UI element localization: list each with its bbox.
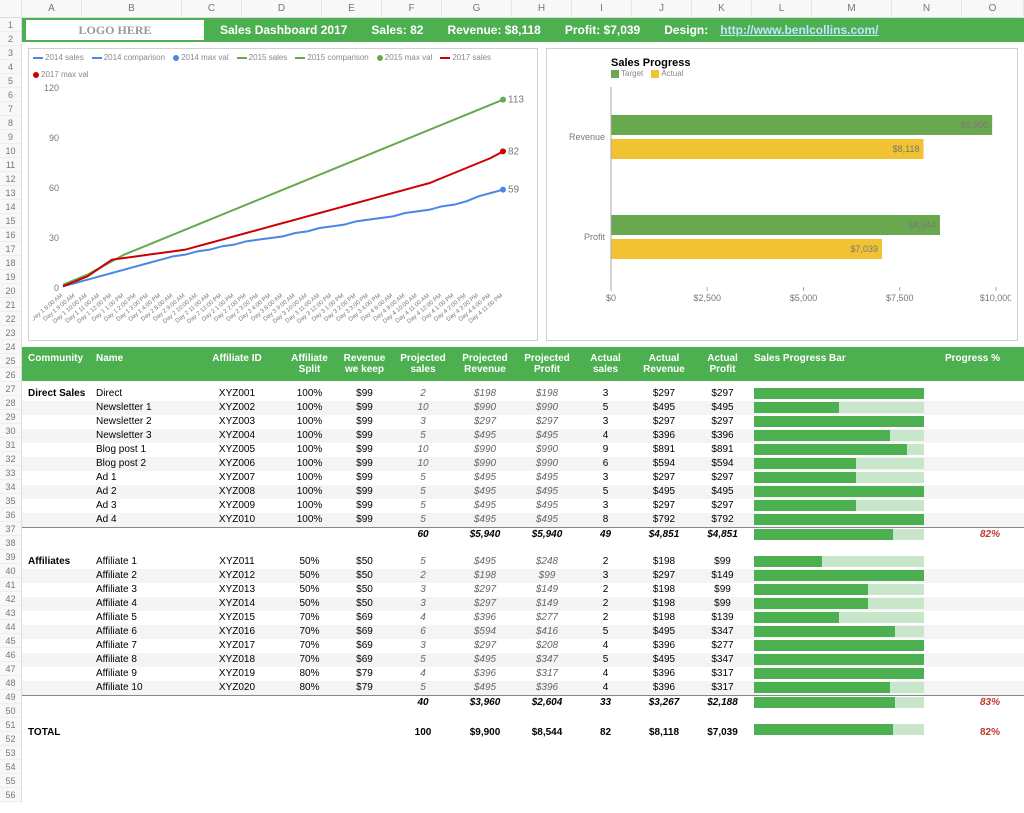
table-row[interactable]: Newsletter 3 XYZ004 100% $99 5 $495 $495… — [22, 429, 1024, 443]
table-row[interactable]: Ad 1 XYZ007 100% $99 5 $495 $495 3 $297 … — [22, 471, 1024, 485]
svg-text:60: 60 — [49, 183, 59, 193]
subtotal-row: 40$3,960$2,604 33$3,267$2,188 83% — [22, 695, 1024, 709]
table-row[interactable]: Affiliate 3 XYZ013 50% $50 3 $297 $149 2… — [22, 583, 1024, 597]
svg-text:$5,000: $5,000 — [790, 293, 818, 303]
th-pprof: Projected Profit — [516, 351, 578, 377]
table-row[interactable]: Affiliate 10 XYZ020 80% $79 5 $495 $396 … — [22, 681, 1024, 695]
th-psales: Projected sales — [392, 351, 454, 377]
svg-text:$7,039: $7,039 — [850, 244, 878, 254]
svg-text:0: 0 — [54, 283, 59, 293]
table-body: Direct Sales Direct XYZ001 100% $99 2 $1… — [22, 387, 1024, 813]
table-row[interactable]: Blog post 1 XYZ005 100% $99 10 $990 $990… — [22, 443, 1024, 457]
th-prev: Projected Revenue — [454, 351, 516, 377]
charts-row: 2014 sales2014 comparison2014 max val201… — [22, 42, 1024, 347]
table-row[interactable]: Ad 3 XYZ009 100% $99 5 $495 $495 3 $297 … — [22, 499, 1024, 513]
svg-text:30: 30 — [49, 233, 59, 243]
bar-chart-box: Sales Progress TargetActual Revenue $9,90… — [546, 48, 1018, 341]
bar-chart-legend: TargetActual — [611, 69, 1013, 78]
design-label: Design: — [652, 23, 720, 37]
dashboard-title: Sales Dashboard 2017 — [208, 23, 359, 37]
table-row[interactable]: Affiliate 7 XYZ017 70% $69 3 $297 $208 4… — [22, 639, 1024, 653]
dashboard-header: LOGO HERE Sales Dashboard 2017 Sales: 82… — [22, 18, 1024, 42]
th-affid: Affiliate ID — [192, 351, 282, 377]
svg-text:$2,500: $2,500 — [693, 293, 721, 303]
svg-text:$7,500: $7,500 — [886, 293, 914, 303]
subtotal-row: 60$5,940$5,940 49$4,851$4,851 82% — [22, 527, 1024, 541]
svg-text:90: 90 — [49, 133, 59, 143]
svg-text:$10,000: $10,000 — [980, 293, 1011, 303]
table-row[interactable]: Affiliate 6 XYZ016 70% $69 6 $594 $416 5… — [22, 625, 1024, 639]
table-row[interactable]: Newsletter 2 XYZ003 100% $99 3 $297 $297… — [22, 415, 1024, 429]
th-asales: Actual sales — [578, 351, 633, 377]
svg-text:120: 120 — [44, 83, 59, 93]
sales-kpi: Sales: 82 — [359, 23, 435, 37]
th-arev: Actual Revenue — [633, 351, 695, 377]
table-row[interactable]: Affiliate 5 XYZ015 70% $69 4 $396 $277 2… — [22, 611, 1024, 625]
design-link[interactable]: http://www.benlcollins.com/ — [720, 23, 878, 37]
line-chart-box: 2014 sales2014 comparison2014 max val201… — [28, 48, 538, 341]
table-row[interactable]: Direct Sales Direct XYZ001 100% $99 2 $1… — [22, 387, 1024, 401]
table-row[interactable]: Affiliate 4 XYZ014 50% $50 3 $297 $149 2… — [22, 597, 1024, 611]
revenue-kpi: Revenue: $8,118 — [435, 23, 552, 37]
table-row[interactable]: Affiliate 2 XYZ012 50% $50 2 $198 $99 3 … — [22, 569, 1024, 583]
table-row[interactable]: Blog post 2 XYZ006 100% $99 10 $990 $990… — [22, 457, 1024, 471]
logo-placeholder: LOGO HERE — [26, 20, 204, 40]
svg-text:113: 113 — [508, 95, 524, 106]
svg-text:$9,900: $9,900 — [961, 120, 989, 130]
svg-text:$8,118: $8,118 — [893, 144, 920, 154]
svg-text:82: 82 — [508, 146, 520, 157]
th-bar: Sales Progress Bar — [750, 351, 940, 377]
line-chart: 0306090120Day 1 8:00 AMDay 1 9:00 AMDay … — [33, 83, 533, 333]
column-headers[interactable]: ABCDEFGHIJKLMNO — [0, 0, 1024, 18]
table-row[interactable]: Ad 2 XYZ008 100% $99 5 $495 $495 5 $495 … — [22, 485, 1024, 499]
th-keep: Revenue we keep — [337, 351, 392, 377]
line-chart-legend: 2014 sales2014 comparison2014 max val201… — [33, 53, 533, 79]
th-split: Affiliate Split — [282, 351, 337, 377]
th-name: Name — [92, 351, 192, 377]
profit-kpi: Profit: $7,039 — [553, 23, 652, 37]
table-row[interactable]: Affiliates Affiliate 1 XYZ011 50% $50 5 … — [22, 555, 1024, 569]
table-row[interactable]: Ad 4 XYZ010 100% $99 5 $495 $495 8 $792 … — [22, 513, 1024, 527]
th-pct: Progress % — [940, 351, 1010, 377]
svg-text:Revenue: Revenue — [569, 132, 605, 142]
table-row[interactable]: Affiliate 9 XYZ019 80% $79 4 $396 $317 4… — [22, 667, 1024, 681]
bar-chart-title: Sales Progress — [611, 57, 1013, 69]
th-community: Community — [22, 351, 92, 377]
table-row[interactable]: Newsletter 1 XYZ002 100% $99 10 $990 $99… — [22, 401, 1024, 415]
svg-text:$0: $0 — [606, 293, 616, 303]
bar-chart: Revenue $9,900 $8,118 Profit $8,544 $7,039 $0 $… — [551, 82, 1011, 312]
table-row[interactable]: Affiliate 8 XYZ018 70% $69 5 $495 $347 5… — [22, 653, 1024, 667]
svg-text:Profit: Profit — [584, 232, 606, 242]
spreadsheet[interactable]: ABCDEFGHIJKLMNO 123456789101112131415161… — [0, 0, 1024, 813]
total-row: TOTAL 100$9,900$8,544 82$8,118$7,039 82% — [22, 723, 1024, 743]
svg-text:59: 59 — [508, 185, 520, 196]
th-aprof: Actual Profit — [695, 351, 750, 377]
table-header-row: Community Name Affiliate ID Affiliate Sp… — [22, 347, 1024, 381]
svg-text:$8,544: $8,544 — [908, 220, 936, 230]
row-headers[interactable]: 1234567891011121314151617181920212223242… — [0, 18, 22, 802]
